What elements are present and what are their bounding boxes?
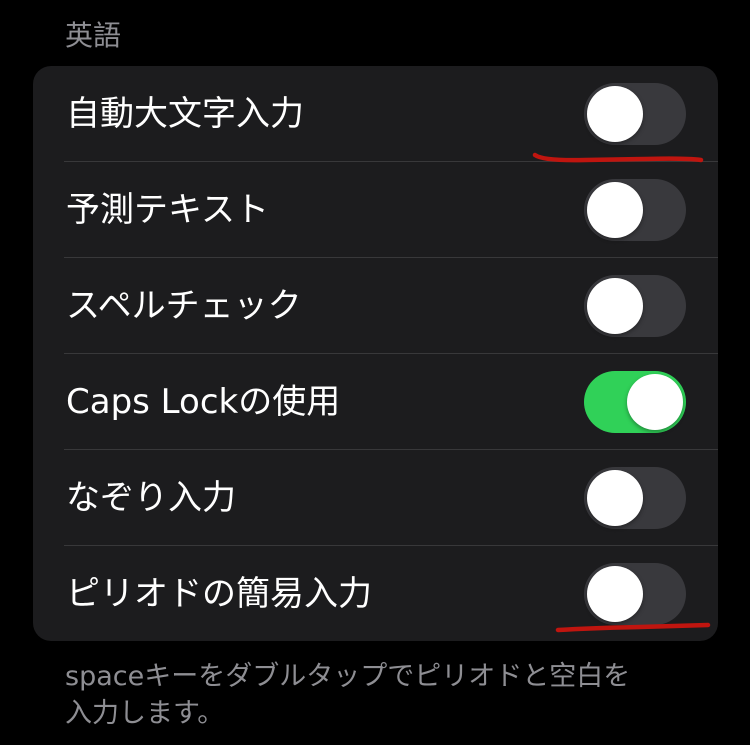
setting-row-slide-to-type[interactable]: なぞり入力	[33, 450, 718, 546]
setting-row-caps-lock[interactable]: Caps Lockの使用	[33, 354, 718, 450]
toggle-knob	[587, 278, 643, 334]
setting-label: Caps Lockの使用	[66, 382, 341, 422]
setting-row-auto-capitalization[interactable]: 自動大文字入力	[33, 66, 718, 162]
setting-row-period-shortcut[interactable]: ピリオドの簡易入力	[33, 546, 718, 641]
setting-label: なぞり入力	[66, 478, 236, 518]
auto-capitalization-toggle[interactable]	[584, 83, 686, 145]
footer-line: spaceキーをダブルタップでピリオドと空白を	[65, 661, 631, 692]
setting-row-predictive-text[interactable]: 予測テキスト	[33, 162, 718, 258]
footer-line: 入力します。	[65, 698, 225, 729]
slide-to-type-toggle[interactable]	[584, 467, 686, 529]
settings-group: 自動大文字入力 予測テキスト スペルチェック Caps Lockの使用 なぞり入…	[33, 66, 718, 641]
toggle-knob	[587, 470, 643, 526]
setting-label: 自動大文字入力	[66, 94, 304, 134]
toggle-knob	[587, 86, 643, 142]
setting-row-spell-check[interactable]: スペルチェック	[33, 258, 718, 354]
predictive-text-toggle[interactable]	[584, 179, 686, 241]
toggle-knob	[587, 566, 643, 622]
period-shortcut-toggle[interactable]	[584, 563, 686, 625]
caps-lock-toggle[interactable]	[584, 371, 686, 433]
settings-page: 英語 自動大文字入力 予測テキスト スペルチェック Caps Lockの使用 な…	[0, 0, 750, 745]
toggle-knob	[587, 182, 643, 238]
setting-label: 予測テキスト	[66, 190, 269, 230]
setting-label: ピリオドの簡易入力	[66, 574, 372, 614]
spell-check-toggle[interactable]	[584, 275, 686, 337]
section-header: 英語	[65, 19, 122, 52]
toggle-knob	[627, 374, 683, 430]
footer-description: spaceキーをダブルタップでピリオドと空白を 入力します。	[65, 658, 705, 732]
setting-label: スペルチェック	[66, 286, 302, 326]
